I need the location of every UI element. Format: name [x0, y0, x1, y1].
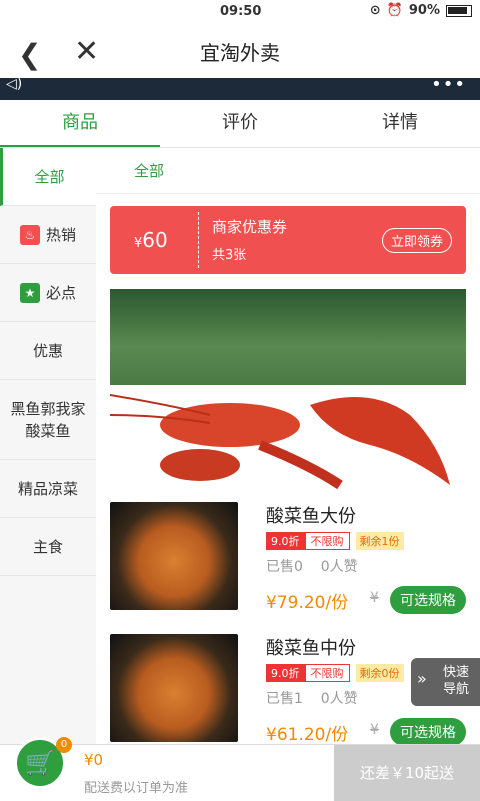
status-time: 09:50	[220, 4, 262, 19]
back-icon[interactable]: ❮	[18, 38, 41, 71]
tab-bar: 商品 评价 详情	[0, 100, 480, 148]
category-title: 全部	[96, 148, 480, 194]
stock-badge: 剩余0份	[355, 664, 404, 682]
coupon-count: 共3张	[212, 248, 247, 263]
item-price: ¥61.20/份	[266, 725, 349, 745]
item-original-price: ¥	[370, 590, 379, 606]
category-sidebar: 全部 ♨ 热销 ★ 必点 优惠 黑鱼郭我家酸菜鱼 精品凉菜 主食	[0, 148, 96, 744]
battery-percent: 90%	[408, 3, 440, 18]
tab-details[interactable]: 详情	[320, 100, 480, 147]
item-original-price: ¥	[370, 722, 379, 738]
dish-photo	[110, 634, 238, 742]
coupon-card: ¥60 商家优惠券 共3张 立即领券	[110, 206, 466, 274]
item-tags: 9.0折 不限购 剩余0份	[266, 664, 404, 682]
fire-icon: ♨	[19, 224, 40, 245]
item-tags: 9.0折 不限购 剩余1份	[266, 532, 404, 550]
promo-banner-image[interactable]	[110, 289, 466, 385]
item-name: 酸菜鱼大份	[266, 506, 356, 527]
delivery-fee-note: 配送费以订单为准	[84, 781, 189, 796]
sidebar-item-discount[interactable]: 优惠	[0, 322, 96, 380]
speaker-icon: ◁)	[6, 76, 23, 92]
product-list: 全部 ¥60 商家优惠券 共3张 立即领券 酸菜鱼大份 9.0折 不限购 剩余1…	[96, 148, 480, 746]
cart-icon: 🛒	[25, 749, 55, 777]
item-stats: 已售0 0人赞	[266, 559, 358, 575]
lobster-image	[110, 385, 466, 495]
sidebar-item-staple[interactable]: 主食	[0, 518, 96, 576]
item-price: ¥79.20/份	[266, 593, 349, 613]
discount-badge: 9.0折	[266, 532, 305, 550]
alarm-icon: ⏰	[386, 3, 403, 18]
sidebar-item-fish[interactable]: 黑鱼郭我家酸菜鱼	[0, 380, 96, 460]
limit-badge: 不限购	[304, 664, 350, 682]
tab-reviews[interactable]: 评价	[160, 100, 320, 147]
cart-badge: 0	[56, 737, 72, 753]
claim-coupon-button[interactable]: 立即领券	[381, 228, 452, 253]
tab-goods[interactable]: 商品	[0, 100, 160, 147]
notice-bar: ◁) •••	[0, 74, 480, 100]
item-name: 酸菜鱼中份	[266, 638, 356, 659]
coupon-title: 商家优惠券	[212, 218, 288, 236]
discount-badge: 9.0折	[266, 664, 305, 682]
sidebar-item-cold-dishes[interactable]: 精品凉菜	[0, 460, 96, 518]
close-icon[interactable]: ✕	[74, 34, 99, 69]
title-bar: ❮ ✕ 宜淘外卖	[0, 24, 480, 78]
battery-icon	[446, 4, 472, 17]
star-icon: ★	[19, 282, 40, 303]
list-item[interactable]: 酸菜鱼大份 9.0折 不限购 剩余1份 已售0 0人赞 ¥79.20/份 ¥ 可…	[110, 502, 466, 614]
page-title: 宜淘外卖	[200, 40, 280, 65]
coupon-amount: ¥60	[134, 228, 168, 252]
sidebar-item-must[interactable]: ★ 必点	[0, 264, 96, 322]
choose-spec-button[interactable]: 可选规格	[390, 718, 466, 746]
choose-spec-button[interactable]: 可选规格	[390, 586, 466, 614]
sidebar-item-all[interactable]: 全部	[0, 148, 96, 206]
status-right: ⊙ ⏰ 90%	[370, 3, 472, 18]
cart-total: ¥0	[84, 751, 104, 769]
item-stats: 已售1 0人赞	[266, 691, 358, 707]
cart-bar: 🛒 0 ¥0 配送费以订单为准 还差￥10起送	[0, 737, 480, 801]
lobster-illustration	[110, 394, 450, 490]
lock-rotation-icon: ⊙	[369, 3, 381, 18]
coupon-divider	[198, 212, 199, 268]
more-icon[interactable]: •••	[431, 74, 466, 95]
fast-nav-button[interactable]: » 快速 导航	[411, 658, 480, 706]
sidebar-item-hot[interactable]: ♨ 热销	[0, 206, 96, 264]
stock-badge: 剩余1份	[355, 532, 404, 550]
checkout-button[interactable]: 还差￥10起送	[334, 745, 480, 801]
limit-badge: 不限购	[304, 532, 350, 550]
status-bar: 09:50 ⊙ ⏰ 90%	[0, 0, 480, 24]
dish-photo	[110, 502, 238, 610]
double-chevron-icon: »	[417, 669, 427, 688]
